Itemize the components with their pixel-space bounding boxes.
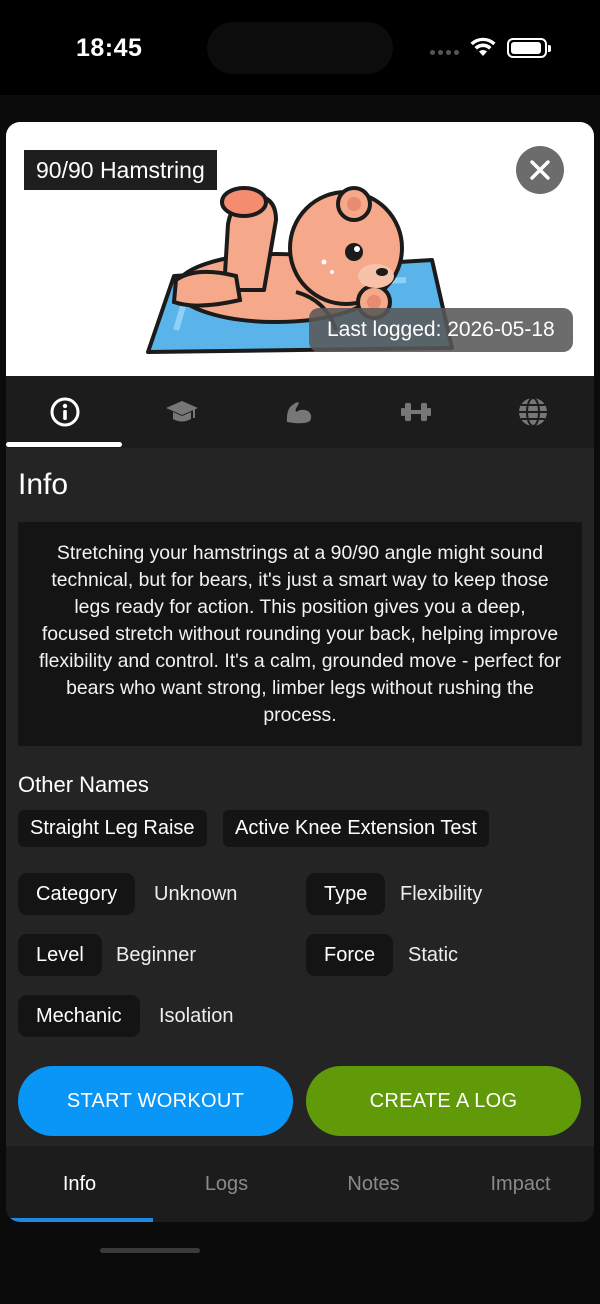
tab-muscles[interactable] [240,376,357,448]
other-name-chip: Active Knee Extension Test [223,810,489,847]
tab-translations[interactable] [474,376,591,448]
home-indicator[interactable] [100,1248,200,1253]
category-value: Unknown [154,883,238,905]
type-value: Flexibility [400,883,483,905]
globe-icon [518,397,547,427]
level-label: Level [18,934,102,976]
other-name-chip: Straight Leg Raise [18,810,207,847]
exercise-detail-sheet: 90/90 Hamstring Last logged: 2026-05-18 [6,122,594,1222]
status-bar: 18:45 [0,0,600,95]
close-icon [530,160,550,180]
info-icon [50,397,79,427]
exercise-hero: 90/90 Hamstring Last logged: 2026-05-18 [6,122,594,376]
status-time: 18:45 [76,34,143,62]
tab-instructions[interactable] [123,376,240,448]
level-value: Beginner [116,944,197,966]
bottom-tab-notes[interactable]: Notes [300,1146,447,1222]
type-label: Type [306,873,386,915]
other-names-heading: Other Names [18,772,149,797]
mechanic-value: Isolation [159,1005,234,1027]
category-label: Category [18,873,136,915]
signal-icon [430,50,462,56]
bottom-tab-impact[interactable]: Impact [447,1146,594,1222]
battery-icon [507,38,551,58]
wifi-icon [470,37,496,56]
create-log-button[interactable]: CREATE A LOG [306,1066,581,1136]
section-heading: Info [18,468,69,501]
bottom-tab-logs[interactable]: Logs [153,1146,300,1222]
bottom-tab-indicator [6,1218,153,1222]
force-value: Static [408,944,459,966]
tab-equipment[interactable] [357,376,474,448]
section-tabs [6,376,594,448]
dumbbell-icon [400,403,431,421]
graduation-cap-icon [165,401,198,422]
tab-info[interactable] [6,376,123,448]
last-logged-badge: Last logged: 2026-05-18 [309,308,573,352]
close-button[interactable] [516,146,564,194]
start-workout-button[interactable]: START WORKOUT [18,1066,293,1136]
force-label: Force [306,934,394,976]
bottom-tab-bar: Info Logs Notes Impact [6,1146,594,1222]
flexed-bicep-icon [286,402,311,424]
active-tab-indicator [6,442,122,447]
dynamic-island [207,22,393,74]
bottom-tab-info[interactable]: Info [6,1146,153,1222]
exercise-description: Stretching your hamstrings at a 90/90 an… [18,522,582,746]
info-panel: Info Stretching your hamstrings at a 90/… [6,448,594,1146]
mechanic-label: Mechanic [18,995,140,1037]
exercise-title: 90/90 Hamstring [24,150,217,190]
